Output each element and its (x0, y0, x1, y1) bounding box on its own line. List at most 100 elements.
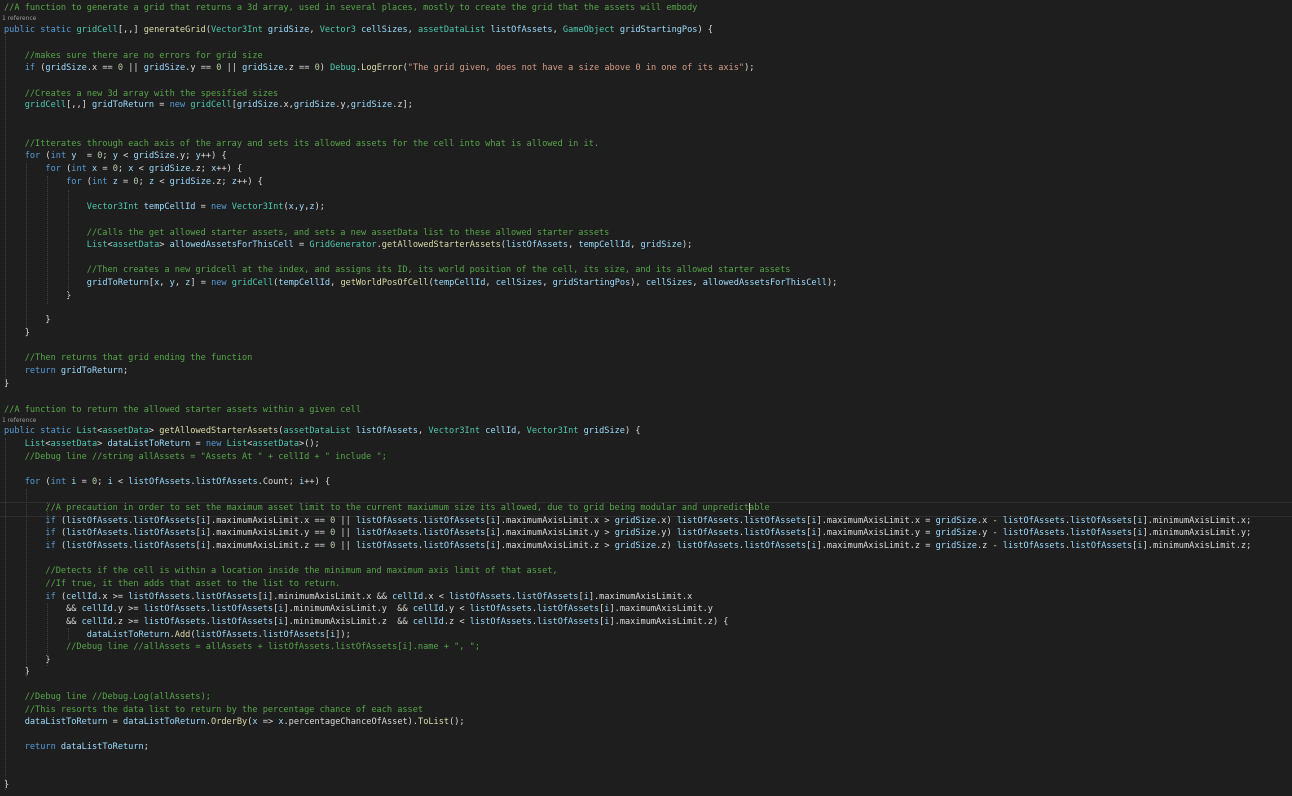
code-token: //Debug line //allAssets = allAssets + l… (4, 642, 480, 652)
code-token: ; (97, 477, 108, 487)
code-token: ].maximumAxisLimit.z = (816, 541, 936, 551)
code-token: List (226, 439, 248, 449)
code-line-19[interactable]: //Then returns that grid ending the func… (4, 352, 1292, 365)
code-token: .percentageChanceOfAsset). (283, 717, 419, 727)
code-token: int (91, 177, 113, 187)
code-line-22[interactable]: //A function to return the allowed start… (4, 404, 1292, 417)
code-line-42[interactable]: dataListToReturn = dataListToReturn.Orde… (4, 716, 1292, 729)
code-token: = (76, 151, 98, 161)
code-token: gridSize (45, 63, 87, 73)
code-token: tempCellId (433, 278, 486, 288)
code-line-30[interactable]: if (listOfAssets.listOfAssets[i].maximum… (4, 540, 1292, 553)
code-token: cellId (66, 592, 98, 602)
code-token: ); (681, 240, 693, 250)
code-token: && (4, 604, 82, 614)
code-line-3[interactable]: //makes sure there are no errors for gri… (4, 50, 1292, 63)
code-token: = (97, 164, 113, 174)
code-token: gridToReturn (60, 366, 124, 376)
code-token: ] = (190, 278, 212, 288)
code-token: gridSize (350, 100, 393, 110)
code-token: listOfAssets (744, 528, 807, 538)
code-line-36[interactable]: dataListToReturn.Add(listOfAssets.listOf… (4, 629, 1292, 642)
code-line-32[interactable]: //If true, it then adds that asset to th… (4, 578, 1292, 591)
code-line-20[interactable]: return gridToReturn; (4, 365, 1292, 378)
code-line-1[interactable]: //A function to generate a grid that ret… (4, 2, 1292, 15)
code-line-34[interactable]: && cellId.y >= listOfAssets.listOfAssets… (4, 603, 1292, 616)
code-token: listOfAssets (143, 617, 206, 627)
code-line-10[interactable]: for (int z = 0; z < gridSize.z; z++) { (4, 176, 1292, 189)
code-token: ].minimumAxisLimit.z && (283, 617, 413, 627)
code-line-4[interactable]: if (gridSize.x == 0 || gridSize.y == 0 |… (4, 62, 1292, 75)
code-line-27[interactable]: //A precaution in order to set the maxim… (4, 502, 1292, 515)
code-line-41[interactable]: //This resorts the data list to return b… (4, 704, 1292, 717)
code-line-31[interactable]: //Detects if the cell is within a locati… (4, 565, 1292, 578)
code-line-28[interactable]: if (listOfAssets.listOfAssets[i].maximum… (4, 515, 1292, 528)
code-token: listOfAssets (195, 477, 258, 487)
code-token: cellSizes (361, 25, 408, 35)
code-token: gridSize (935, 541, 977, 551)
code-token: ].maximumAxisLimit.x == (205, 516, 331, 526)
code-token: return (24, 742, 61, 752)
code-token: gridSize (583, 426, 625, 436)
code-token: > (97, 439, 108, 449)
code-line-29[interactable]: if (listOfAssets.listOfAssets[i].maximum… (4, 527, 1292, 540)
code-line-38[interactable]: } (4, 654, 1292, 667)
code-token: .x == (86, 63, 118, 73)
code-line-40[interactable]: //Debug line //Debug.Log(allAssets); (4, 691, 1292, 704)
code-token: listOfAssets (262, 630, 325, 640)
code-line-17[interactable]: } (4, 314, 1292, 327)
code-line-9[interactable]: for (int x = 0; x < gridSize.z; x++) { (4, 163, 1292, 176)
code-line-11[interactable]: Vector3Int tempCellId = new Vector3Int(x… (4, 201, 1292, 214)
code-line-7[interactable]: //Itterates through each axis of the arr… (4, 138, 1292, 151)
code-line-18[interactable]: } (4, 327, 1292, 340)
code-line-39[interactable]: } (4, 666, 1292, 679)
code-line-23[interactable]: public static List<assetData> getAllowed… (4, 425, 1292, 438)
code-line-25[interactable]: //Debug line //string allAssets = "Asset… (4, 451, 1292, 464)
code-line-44[interactable]: } (4, 779, 1292, 792)
code-line-37[interactable]: //Debug line //allAssets = allAssets + l… (4, 641, 1292, 654)
code-token: listOfAssets (423, 516, 486, 526)
code-line-13[interactable]: List<assetData> allowedAssetsForThisCell… (4, 239, 1292, 252)
code-token: cellSizes (645, 278, 693, 288)
code-token: ); (744, 63, 755, 73)
code-token: listOfAssets (210, 617, 274, 627)
code-token: dataListToReturn (24, 717, 108, 727)
code-line-15[interactable]: gridToReturn[x, y, z] = new gridCell(tem… (4, 277, 1292, 290)
code-token: gridSize (614, 528, 657, 538)
codelens-references[interactable]: 1 reference (2, 15, 36, 23)
code-line-21[interactable]: } (4, 378, 1292, 391)
code-token: getAllowedStarterAssets (381, 240, 501, 250)
code-token: listOfAssets (449, 592, 512, 602)
code-editor[interactable]: //A function to generate a grid that ret… (0, 0, 1292, 796)
code-token: ].minimumAxisLimit.x && (267, 592, 393, 602)
code-line-12[interactable]: //Calls the get allowed starter assets, … (4, 227, 1292, 240)
code-line-16[interactable]: } (4, 290, 1292, 303)
code-line-6[interactable]: gridCell[,,] gridToReturn = new gridCell… (4, 99, 1292, 112)
code-token: gridSize (640, 240, 682, 250)
codelens-references[interactable]: 1 reference (2, 417, 36, 425)
code-line-33[interactable]: if (cellId.x >= listOfAssets.listOfAsset… (4, 591, 1292, 604)
code-token: } (4, 655, 51, 665)
code-token: for (66, 177, 87, 187)
code-token: new (211, 202, 232, 212)
code-line-14[interactable]: //Then creates a new gridcell at the ind… (4, 264, 1292, 277)
code-token: int (50, 477, 72, 487)
code-line-8[interactable]: for (int y = 0; y < gridSize.y; y++) { (4, 150, 1292, 163)
code-line-43[interactable]: return dataListToReturn; (4, 741, 1292, 754)
code-line-2[interactable]: public static gridCell[,,] generateGrid(… (4, 24, 1292, 37)
code-token: gridSize (267, 25, 310, 35)
code-token: .y) (656, 528, 677, 538)
code-token: assetData (50, 439, 98, 449)
code-line-35[interactable]: && cellId.z >= listOfAssets.listOfAssets… (4, 616, 1292, 629)
code-token: , (330, 278, 341, 288)
code-token: gridSize (293, 100, 336, 110)
code-token: gridSize (614, 516, 657, 526)
code-line-26[interactable]: for (int i = 0; i < listOfAssets.listOfA… (4, 476, 1292, 489)
code-line-24[interactable]: List<assetData> dataListToReturn = new L… (4, 438, 1292, 451)
